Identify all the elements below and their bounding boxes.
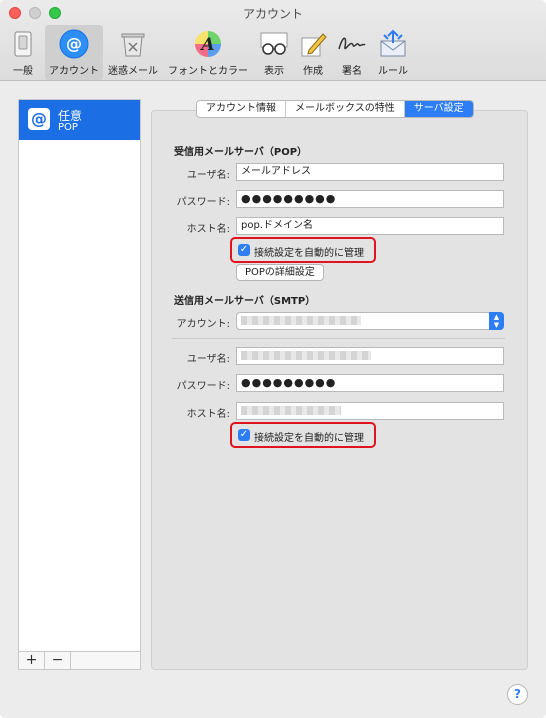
toolbar-item-label: アカウント xyxy=(49,66,99,77)
toolbar-item-accounts[interactable]: @ アカウント xyxy=(45,25,103,80)
outgoing-server-heading: 送信用メールサーバ（SMTP） xyxy=(174,296,316,307)
outgoing-host-field[interactable] xyxy=(236,402,504,420)
pop-advanced-settings-button[interactable]: POPの詳細設定 xyxy=(236,264,324,281)
outgoing-auto-manage-label: 接続設定を自動的に管理 xyxy=(254,433,364,444)
pencil-paper-icon xyxy=(297,28,329,60)
section-divider xyxy=(172,338,505,339)
font-color-icon: A xyxy=(192,28,224,60)
svg-text:@: @ xyxy=(66,34,82,53)
accounts-window: アカウント 一般 @ アカウント 迷惑メール A フォントとカラー 表示 作成 … xyxy=(0,0,546,718)
toolbar-item-junk[interactable]: 迷惑メール xyxy=(105,25,161,80)
incoming-username-label: ユーザ名: xyxy=(186,170,230,181)
settings-tabs: アカウント情報 メールボックスの特性 サーバ設定 xyxy=(196,100,474,118)
toolbar-item-signatures[interactable]: 署名 xyxy=(334,25,370,80)
incoming-username-field[interactable]: メールアドレス xyxy=(236,163,504,181)
outgoing-auto-manage-highlight: ✓ 接続設定を自動的に管理 xyxy=(230,422,376,448)
incoming-password-label: パスワード: xyxy=(176,197,230,208)
toolbar-item-label: 署名 xyxy=(342,66,362,77)
at-sign-icon: @ xyxy=(28,108,50,130)
incoming-auto-manage-checkbox[interactable]: ✓ xyxy=(238,244,250,256)
toolbar: アカウント 一般 @ アカウント 迷惑メール A フォントとカラー 表示 作成 … xyxy=(0,0,546,81)
redacted-value xyxy=(241,406,341,415)
toolbar-item-label: 迷惑メール xyxy=(108,66,158,77)
help-button[interactable]: ? xyxy=(507,684,528,705)
toolbar-item-rules[interactable]: ルール xyxy=(374,25,412,80)
tab-mailbox-behaviors[interactable]: メールボックスの特性 xyxy=(286,101,405,117)
add-account-button[interactable]: + xyxy=(19,652,45,669)
incoming-auto-manage-highlight: ✓ 接続設定を自動的に管理 xyxy=(230,237,376,263)
toolbar-item-label: 一般 xyxy=(13,66,33,77)
signature-icon xyxy=(336,28,368,60)
outgoing-password-label: パスワード: xyxy=(176,381,230,392)
toolbar-item-general[interactable]: 一般 xyxy=(6,25,40,80)
glasses-icon xyxy=(258,28,290,60)
toolbar-item-label: 表示 xyxy=(264,66,284,77)
redacted-value xyxy=(241,351,371,360)
incoming-server-heading: 受信用メールサーバ（POP） xyxy=(174,147,308,158)
incoming-password-field[interactable]: ●●●●●●●●● xyxy=(236,190,504,208)
outgoing-account-select[interactable]: ▲ ▼ xyxy=(236,312,504,330)
svg-text:A: A xyxy=(199,35,214,55)
toolbar-item-label: 作成 xyxy=(303,66,323,77)
toolbar-item-fonts-colors[interactable]: A フォントとカラー xyxy=(164,25,252,80)
account-list-item[interactable]: @ 任意 POP xyxy=(19,100,140,140)
redacted-value xyxy=(241,316,361,325)
outgoing-username-label: ユーザ名: xyxy=(186,354,230,365)
junk-trash-icon xyxy=(117,28,149,60)
toolbar-item-compose[interactable]: 作成 xyxy=(296,25,330,80)
incoming-host-label: ホスト名: xyxy=(186,224,230,235)
tab-account-info[interactable]: アカウント情報 xyxy=(197,101,286,117)
general-switch-icon xyxy=(7,28,39,60)
outgoing-auto-manage-checkbox[interactable]: ✓ xyxy=(238,429,250,441)
rules-envelope-icon xyxy=(377,28,409,60)
remove-account-button[interactable]: − xyxy=(45,652,71,669)
outgoing-host-label: ホスト名: xyxy=(186,409,230,420)
account-list: @ 任意 POP + − xyxy=(18,99,141,670)
at-sign-icon: @ xyxy=(58,28,90,60)
window-title: アカウント xyxy=(242,7,303,21)
toolbar-item-label: フォントとカラー xyxy=(168,66,248,77)
incoming-host-field[interactable]: pop.ドメイン名 xyxy=(236,217,504,235)
outgoing-account-label: アカウント: xyxy=(176,319,230,330)
outgoing-username-field[interactable] xyxy=(236,347,504,365)
account-type: POP xyxy=(58,122,78,133)
account-list-controls: + − xyxy=(19,651,140,669)
outgoing-password-field[interactable]: ●●●●●●●●● xyxy=(236,374,504,392)
tab-server-settings[interactable]: サーバ設定 xyxy=(404,101,473,117)
incoming-auto-manage-label: 接続設定を自動的に管理 xyxy=(254,248,364,259)
toolbar-item-label: ルール xyxy=(378,66,408,77)
toolbar-item-view[interactable]: 表示 xyxy=(256,25,292,80)
chevron-updown-icon: ▲ ▼ xyxy=(489,312,504,330)
